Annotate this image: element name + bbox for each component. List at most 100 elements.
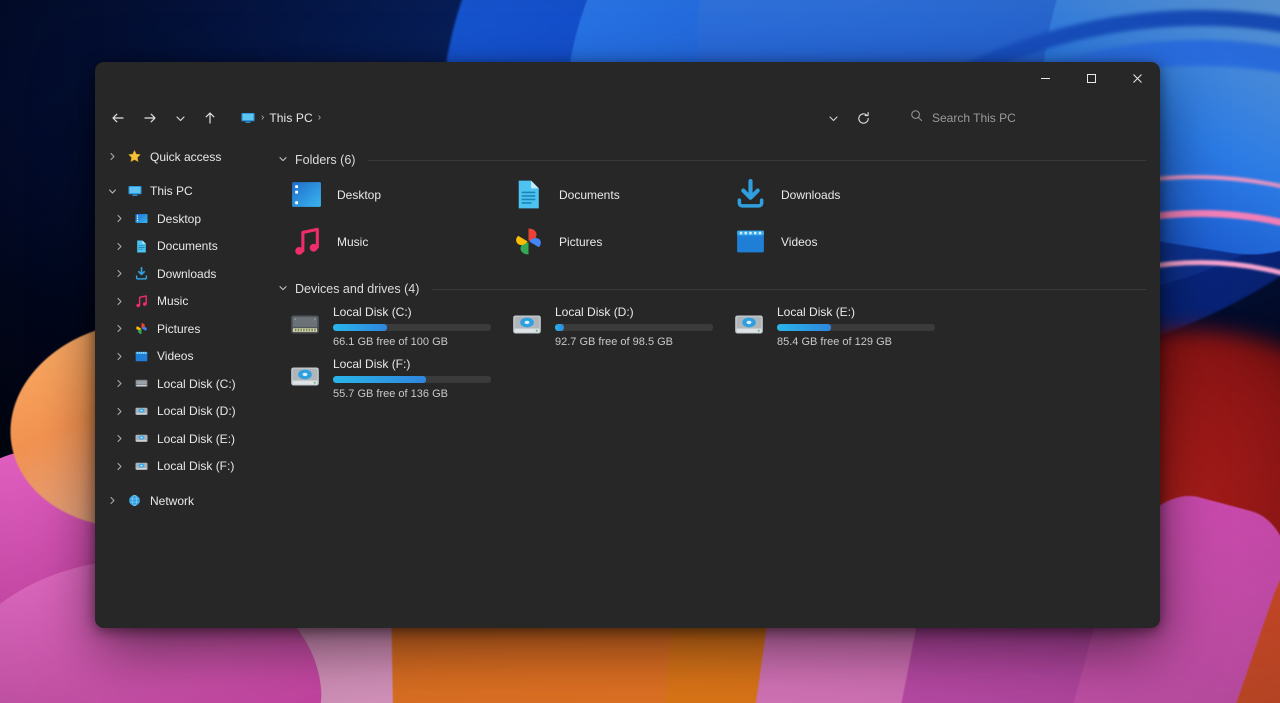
monitor-icon: [126, 183, 143, 200]
sidebar-item-label: Videos: [157, 349, 194, 364]
desktop-icon: [133, 210, 150, 227]
navigation-toolbar: › This PC › Search This PC: [95, 95, 1160, 141]
chevron-right-icon[interactable]: [112, 462, 126, 471]
chevron-right-icon[interactable]: [112, 297, 126, 306]
sidebar-item-this-pc[interactable]: This PC: [99, 178, 264, 206]
drive-name: Local Disk (D:): [555, 305, 634, 319]
folder-item-desktop[interactable]: Desktop: [278, 171, 500, 218]
file-list-pane: Folders (6) Desktop Documents Downloads …: [268, 141, 1160, 628]
sidebar-item-local-disk-e[interactable]: Local Disk (E:): [99, 425, 264, 453]
search-icon: [910, 109, 923, 127]
folder-item-downloads[interactable]: Downloads: [722, 171, 944, 218]
downloads-icon: [732, 177, 768, 213]
nav-button-group: [103, 103, 225, 133]
chevron-down-icon[interactable]: [105, 187, 119, 196]
drive-item-d[interactable]: Local Disk (D:) 92.7 GB free of 98.5 GB: [500, 300, 722, 352]
previous-locations-chevron-down-icon[interactable]: [820, 103, 846, 133]
chevron-right-icon[interactable]: [112, 407, 126, 416]
maximize-button[interactable]: [1068, 62, 1114, 95]
refresh-icon[interactable]: [848, 103, 878, 133]
network-icon: [126, 492, 143, 509]
drive-icon: [133, 458, 150, 475]
drives-group-title: Devices and drives (4): [295, 282, 420, 296]
documents-icon: [133, 238, 150, 255]
sidebar-item-documents[interactable]: Documents: [99, 233, 264, 261]
music-icon: [133, 293, 150, 310]
folders-group-header[interactable]: Folders (6): [278, 149, 1146, 171]
breadcrumb-separator-2[interactable]: ›: [318, 113, 321, 123]
drive-item-f[interactable]: Local Disk (F:) 55.7 GB free of 136 GB: [278, 352, 500, 404]
pictures-icon: [510, 224, 546, 260]
drive-free-space: 92.7 GB free of 98.5 GB: [555, 336, 674, 348]
folder-item-label: Documents: [559, 187, 620, 202]
sidebar-item-label: Downloads: [157, 266, 217, 281]
up-icon[interactable]: [195, 103, 225, 133]
sidebar-item-quick-access[interactable]: Quick access: [99, 143, 264, 171]
drive-icon: [133, 403, 150, 420]
chevron-down-icon[interactable]: [278, 154, 288, 167]
minimize-button[interactable]: [1022, 62, 1068, 95]
sidebar-item-label: Local Disk (C:): [157, 376, 236, 391]
sidebar-item-downloads[interactable]: Downloads: [99, 260, 264, 288]
drive-c-icon: [133, 375, 150, 392]
sidebar-item-label: Desktop: [157, 211, 202, 226]
chevron-right-icon[interactable]: [112, 242, 126, 251]
drives-grid: Local Disk (C:) 66.1 GB free of 100 GB L…: [278, 300, 1146, 404]
drive-icon: [133, 430, 150, 447]
chevron-right-icon[interactable]: [105, 496, 119, 505]
chevron-right-icon[interactable]: [112, 434, 126, 443]
sidebar-item-local-disk-c[interactable]: Local Disk (C:): [99, 370, 264, 398]
recent-locations-chevron-down-icon[interactable]: [167, 103, 193, 133]
videos-icon: [732, 224, 768, 260]
group-divider: [368, 159, 1146, 161]
sidebar-item-label: Music: [157, 294, 189, 309]
drive-item-c[interactable]: Local Disk (C:) 66.1 GB free of 100 GB: [278, 300, 500, 352]
chevron-right-icon[interactable]: [105, 152, 119, 161]
window-titlebar[interactable]: [95, 62, 1160, 95]
folders-group-title: Folders (6): [295, 153, 356, 167]
sidebar-item-local-disk-d[interactable]: Local Disk (D:): [99, 398, 264, 426]
drive-free-space: 66.1 GB free of 100 GB: [333, 336, 448, 348]
chevron-right-icon[interactable]: [112, 214, 126, 223]
forward-icon[interactable]: [135, 103, 165, 133]
file-explorer-window: › This PC › Search This PC Quick access …: [95, 62, 1160, 628]
sidebar-item-network[interactable]: Network: [99, 487, 264, 515]
chevron-down-icon[interactable]: [278, 283, 288, 296]
folder-item-music[interactable]: Music: [278, 218, 500, 265]
folder-item-pictures[interactable]: Pictures: [500, 218, 722, 265]
sidebar-item-label: This PC: [150, 184, 193, 199]
breadcrumb-label[interactable]: This PC: [269, 111, 312, 125]
drive-meta: Local Disk (F:) 55.7 GB free of 136 GB: [333, 356, 500, 400]
desktop-icon: [288, 177, 324, 213]
documents-icon: [510, 177, 546, 213]
star-icon: [126, 148, 143, 165]
drive-item-e[interactable]: Local Disk (E:) 85.4 GB free of 129 GB: [722, 300, 944, 352]
breadcrumb[interactable]: › This PC ›: [235, 103, 329, 133]
sidebar-item-local-disk-f[interactable]: Local Disk (F:): [99, 453, 264, 481]
sidebar-item-desktop[interactable]: Desktop: [99, 205, 264, 233]
videos-icon: [133, 348, 150, 365]
drive-name: Local Disk (F:): [333, 357, 411, 371]
folders-grid: Desktop Documents Downloads Music Pictur…: [278, 171, 1146, 265]
drive-free-space: 85.4 GB free of 129 GB: [777, 336, 892, 348]
close-button[interactable]: [1114, 62, 1160, 95]
chevron-right-icon[interactable]: [112, 324, 126, 333]
this-pc-icon: [239, 110, 256, 127]
sidebar-item-music[interactable]: Music: [99, 288, 264, 316]
drives-group-header[interactable]: Devices and drives (4): [278, 278, 1146, 300]
folder-item-videos[interactable]: Videos: [722, 218, 944, 265]
back-icon[interactable]: [103, 103, 133, 133]
sidebar-item-videos[interactable]: Videos: [99, 343, 264, 371]
drive-meta: Local Disk (C:) 66.1 GB free of 100 GB: [333, 304, 500, 348]
drive-usage-bar: [777, 324, 935, 331]
chevron-right-icon[interactable]: [112, 379, 126, 388]
folder-item-documents[interactable]: Documents: [500, 171, 722, 218]
sidebar-item-label: Local Disk (F:): [157, 459, 235, 474]
chevron-right-icon[interactable]: [112, 269, 126, 278]
chevron-right-icon[interactable]: [112, 352, 126, 361]
navigation-pane: Quick access This PC Desktop Documents D…: [95, 141, 268, 628]
search-input[interactable]: Search This PC: [900, 103, 1146, 133]
sidebar-item-pictures[interactable]: Pictures: [99, 315, 264, 343]
